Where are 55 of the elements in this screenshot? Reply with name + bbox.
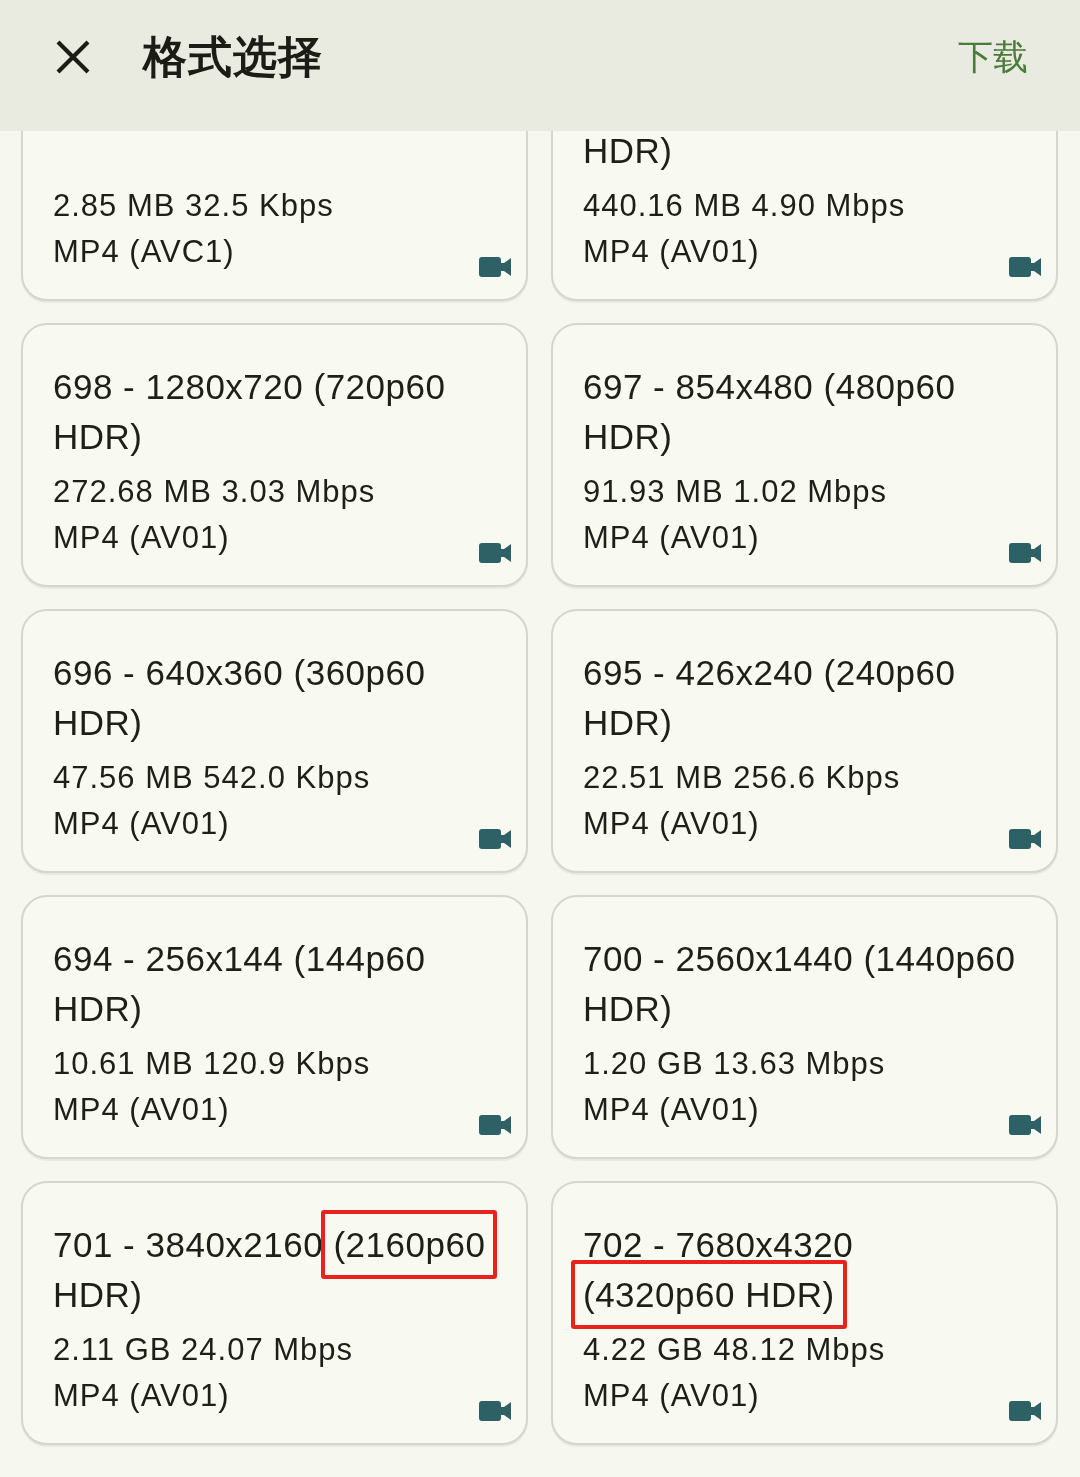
- format-title: HDR): [583, 131, 673, 170]
- highlighted-title: (2160p60: [321, 1210, 498, 1279]
- download-button[interactable]: 下载: [958, 33, 1028, 81]
- video-camera-icon: [479, 1115, 511, 1135]
- format-card[interactable]: 2.85 MB 32.5 Kbps MP4 (AVC1): [21, 131, 528, 301]
- format-card[interactable]: 697 - 854x480 (480p60 HDR) 91.93 MB 1.02 Mbps MP4 (AV01): [551, 323, 1058, 587]
- format-title: 696 - 640x360 (360p60 HDR): [53, 653, 426, 742]
- format-codec: MP4 (AV01): [583, 1377, 761, 1415]
- video-camera-icon: [1009, 257, 1041, 277]
- format-codec: MP4 (AVC1): [53, 233, 236, 271]
- format-title: 695 - 426x240 (240p60 HDR): [583, 653, 956, 742]
- close-button[interactable]: [55, 39, 91, 75]
- format-details: 1.20 GB 13.63 Mbps: [583, 1045, 886, 1083]
- format-codec: MP4 (AV01): [53, 519, 231, 557]
- format-card[interactable]: HDR) 440.16 MB 4.90 Mbps MP4 (AV01): [551, 131, 1058, 301]
- dialog-title: 格式选择: [143, 30, 323, 83]
- format-card[interactable]: 698 - 1280x720 (720p60 HDR) 272.68 MB 3.03 Mbps MP4 (AV01): [21, 323, 528, 587]
- video-camera-icon: [479, 829, 511, 849]
- format-codec: MP4 (AV01): [53, 1091, 231, 1129]
- close-icon: [55, 39, 91, 75]
- video-camera-icon: [479, 257, 511, 277]
- format-title: 698 - 1280x720 (720p60 HDR): [53, 367, 446, 456]
- format-card[interactable]: 696 - 640x360 (360p60 HDR) 47.56 MB 542.0 Kbps MP4 (AV01): [21, 609, 528, 873]
- format-details: 10.61 MB 120.9 Kbps: [53, 1045, 371, 1083]
- format-codec: MP4 (AV01): [53, 805, 231, 843]
- format-codec: MP4 (AV01): [583, 519, 761, 557]
- format-codec: MP4 (AV01): [583, 805, 761, 843]
- format-details: 47.56 MB 542.0 Kbps: [53, 759, 371, 797]
- format-title: 700 - 2560x1440 (1440p60 HDR): [583, 939, 1016, 1028]
- format-card[interactable]: 694 - 256x144 (144p60 HDR) 10.61 MB 120.9 Kbps MP4 (AV01): [21, 895, 528, 1159]
- format-title: 694 - 256x144 (144p60 HDR): [53, 939, 426, 1028]
- video-camera-icon: [479, 1401, 511, 1421]
- video-camera-icon: [479, 543, 511, 563]
- format-details: 91.93 MB 1.02 Mbps: [583, 473, 888, 511]
- format-codec: MP4 (AV01): [583, 233, 761, 271]
- format-card[interactable]: 701 - 3840x2160 (2160p60 HDR) 2.11 GB 24.07 Mbps MP4 (AV01): [21, 1181, 528, 1445]
- format-title: HDR): [53, 1275, 143, 1314]
- video-camera-icon: [1009, 543, 1041, 563]
- format-codec: MP4 (AV01): [583, 1091, 761, 1129]
- video-camera-icon: [1009, 1115, 1041, 1135]
- format-details: 2.11 GB 24.07 Mbps: [53, 1331, 354, 1369]
- video-camera-icon: [1009, 1401, 1041, 1421]
- format-title: 697 - 854x480 (480p60 HDR): [583, 367, 956, 456]
- format-details: 2.85 MB 32.5 Kbps: [53, 187, 334, 225]
- format-codec: MP4 (AV01): [53, 1377, 231, 1415]
- format-card[interactable]: 700 - 2560x1440 (1440p60 HDR) 1.20 GB 13.63 Mbps MP4 (AV01): [551, 895, 1058, 1159]
- format-card[interactable]: 695 - 426x240 (240p60 HDR) 22.51 MB 256.6 Kbps MP4 (AV01): [551, 609, 1058, 873]
- format-details: 272.68 MB 3.03 Mbps: [53, 473, 376, 511]
- format-card[interactable]: 702 - 7680x4320 (4320p60 HDR) 4.22 GB 48.12 Mbps MP4 (AV01): [551, 1181, 1058, 1445]
- format-details: 4.22 GB 48.12 Mbps: [583, 1331, 886, 1369]
- highlighted-title: (4320p60 HDR): [571, 1260, 847, 1329]
- format-title: 701 - 3840x2160: [53, 1225, 324, 1264]
- format-details: 22.51 MB 256.6 Kbps: [583, 759, 901, 797]
- format-details: 440.16 MB 4.90 Mbps: [583, 187, 906, 225]
- video-camera-icon: [1009, 829, 1041, 849]
